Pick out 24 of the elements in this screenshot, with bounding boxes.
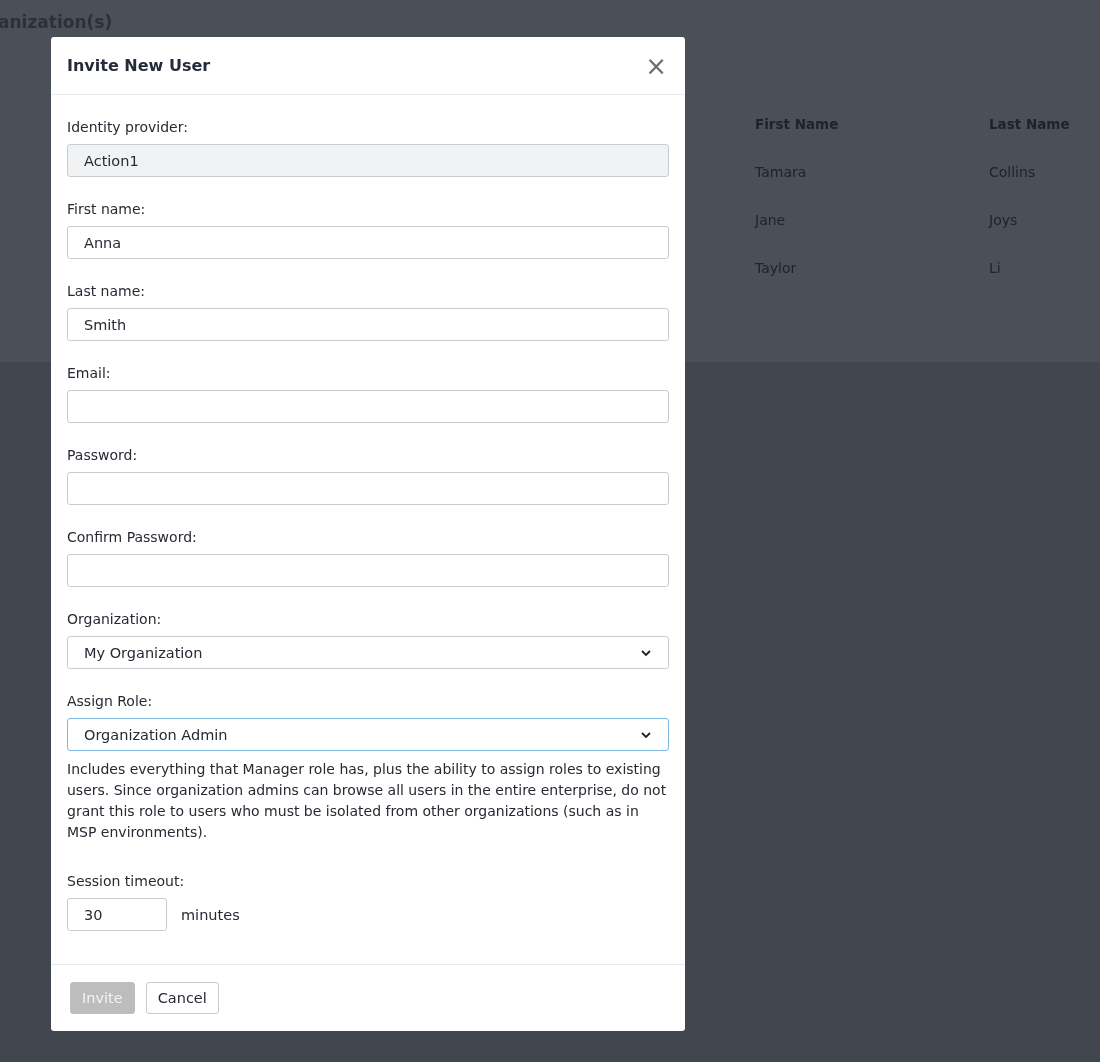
chevron-down-icon [640,648,652,657]
input-field[interactable] [67,390,669,423]
dropdown[interactable]: My Organization [67,636,669,669]
timeout-input[interactable]: 30 [67,898,167,931]
input-field[interactable]: Smith [67,308,669,341]
unit-label: minutes [181,906,240,923]
chevron-down-icon [640,730,652,739]
dropdown[interactable]: Organization Admin [67,718,669,751]
field-label: Identity provider: [67,118,189,137]
input-field[interactable]: Anna [67,226,669,259]
field-label: Session timeout: [67,872,186,891]
field-label: Confirm Password: [67,528,198,547]
role-description: Includes everything that Manager role has, plus the ability to assign roles to existing users. Since organization admins can browse all users in the entire enterprise, do not grant this role to users who must be isolated from other organizations (such as in MSP environments). [67,760,668,842]
field-label: First name: [67,200,147,219]
input-field[interactable] [67,472,669,505]
cancel-button[interactable]: Cancel [145,982,219,1014]
field-label: Last name: [67,282,147,301]
close-button[interactable]: × [643,52,669,79]
input-field[interactable] [67,554,669,587]
field-label: Email: [67,364,112,383]
dialog-title: Invite New User [67,56,211,75]
field-label: Assign Role: [67,692,154,711]
field-label: Organization: [67,610,163,629]
field-label: Password: [67,446,139,465]
